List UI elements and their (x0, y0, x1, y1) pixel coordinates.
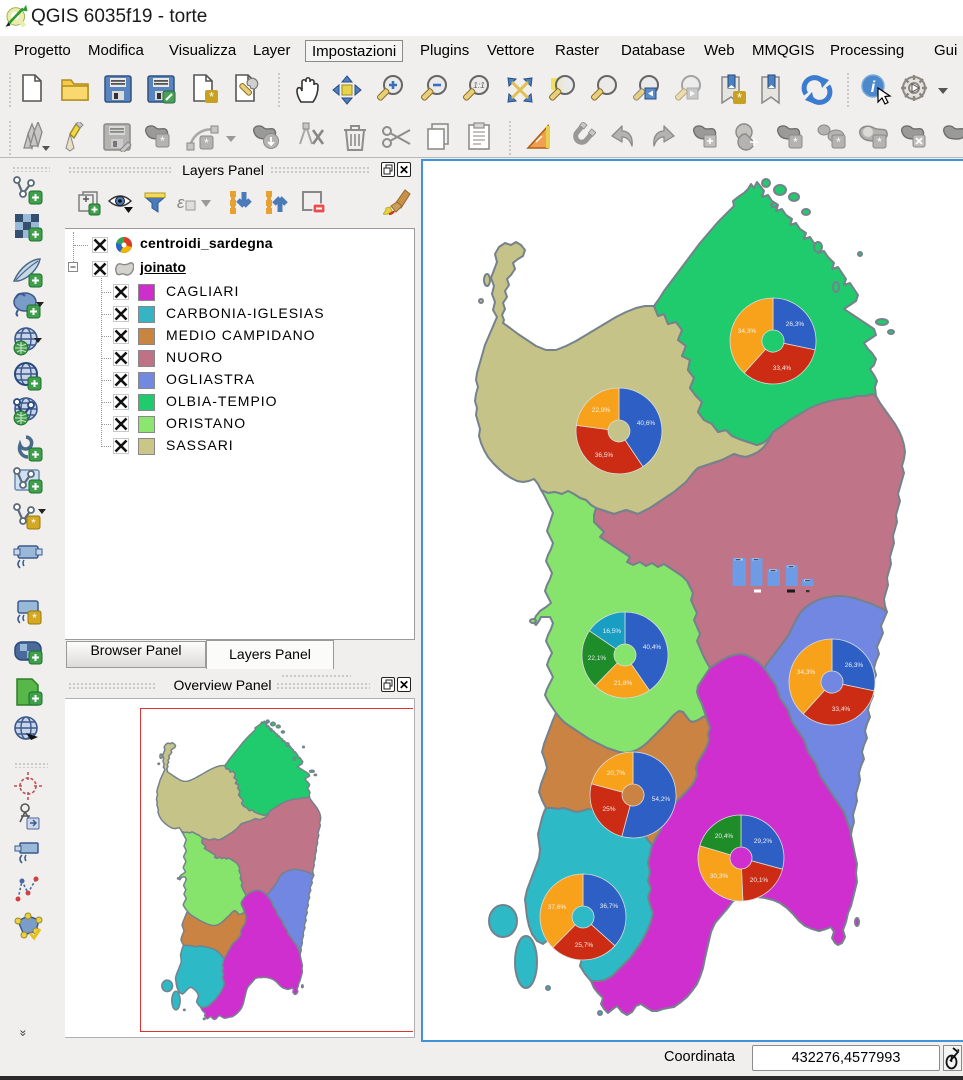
svg-text:16,5%: 16,5% (603, 628, 622, 635)
svg-text:22,9%: 22,9% (592, 407, 611, 414)
svg-text:i: i (871, 79, 876, 96)
svg-text:*: * (737, 90, 742, 105)
svg-text:37,6%: 37,6% (548, 904, 567, 911)
svg-text:20,4%: 20,4% (715, 833, 734, 840)
svg-text:29,2%: 29,2% (754, 838, 773, 845)
svg-text:22,1%: 22,1% (588, 655, 607, 662)
svg-text:34,3%: 34,3% (797, 669, 816, 676)
svg-text:40,6%: 40,6% (637, 420, 656, 427)
svg-text:*: * (209, 89, 214, 104)
svg-text:25%: 25% (602, 806, 615, 813)
svg-text:33,4%: 33,4% (773, 365, 792, 372)
svg-text:*: * (31, 516, 36, 530)
svg-text:*: * (836, 135, 841, 149)
svg-text:30,3%: 30,3% (710, 873, 729, 880)
svg-text:26,3%: 26,3% (845, 662, 864, 669)
svg-text:*: * (204, 136, 209, 150)
svg-text:34,3%: 34,3% (738, 328, 757, 335)
svg-text:ε: ε (177, 193, 185, 212)
svg-text:26,3%: 26,3% (786, 321, 805, 328)
svg-text:40,4%: 40,4% (643, 644, 662, 651)
svg-text:20,7%: 20,7% (607, 770, 626, 777)
svg-text:*: * (160, 134, 165, 148)
svg-text:54,2%: 54,2% (652, 796, 671, 803)
svg-text:36,7%: 36,7% (600, 903, 619, 910)
svg-text:25,7%: 25,7% (575, 942, 594, 949)
svg-text:21,8%: 21,8% (614, 680, 633, 687)
svg-text:33,4%: 33,4% (832, 706, 851, 713)
svg-text:*: * (793, 135, 798, 149)
svg-text:*: * (877, 135, 882, 149)
svg-text:1:1: 1:1 (473, 80, 485, 90)
svg-text:20,1%: 20,1% (750, 877, 769, 884)
svg-text:*: * (32, 611, 37, 625)
svg-text:36,5%: 36,5% (595, 452, 614, 459)
